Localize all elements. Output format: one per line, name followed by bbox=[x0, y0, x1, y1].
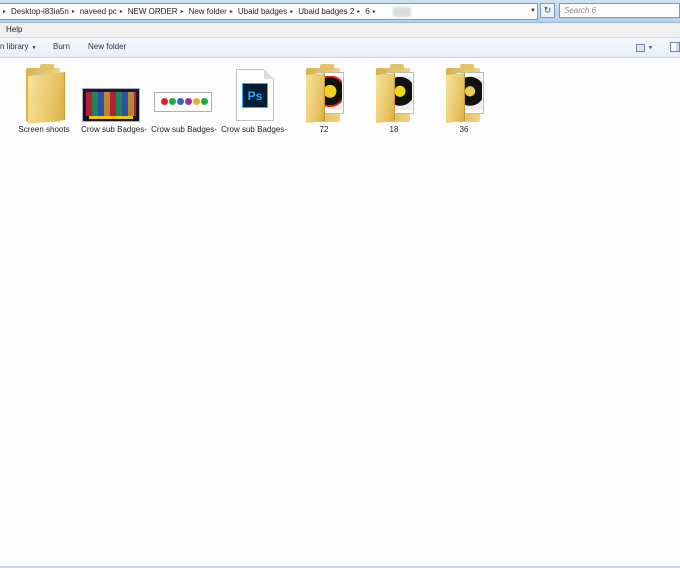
breadcrumb-item[interactable]: Ubaid badges 2 ▸ bbox=[298, 7, 365, 16]
file-item-folder[interactable]: 36 bbox=[430, 62, 498, 135]
breadcrumb-item[interactable]: 6 ▸ bbox=[365, 7, 380, 16]
search-input[interactable] bbox=[560, 4, 680, 17]
image-thumbnail-icon bbox=[80, 62, 148, 124]
photoshop-file-icon: Ps bbox=[220, 62, 288, 124]
menu-help[interactable]: Help bbox=[6, 25, 22, 34]
breadcrumb-separator-icon[interactable]: ▸ bbox=[178, 8, 189, 15]
file-item-image[interactable]: Crow sub Badges- bbox=[80, 62, 148, 135]
file-item-psd[interactable]: Ps Crow sub Badges- bbox=[220, 62, 288, 135]
breadcrumb-separator-icon: ▸ bbox=[3, 9, 7, 15]
breadcrumb-item[interactable]: naveed pc ▸ bbox=[80, 7, 128, 16]
breadcrumb-start[interactable]: ▸ bbox=[0, 8, 11, 15]
command-toolbar: n library ▼ Burn New folder ▼ bbox=[0, 38, 680, 58]
breadcrumb-separator-icon[interactable]: ▸ bbox=[117, 8, 128, 15]
chevron-down-icon: ▼ bbox=[648, 44, 653, 51]
menu-bar: Help bbox=[0, 23, 680, 38]
photoshop-logo-icon: Ps bbox=[242, 83, 268, 108]
file-name: 18 bbox=[389, 125, 399, 134]
folder-icon bbox=[290, 62, 358, 124]
address-history-dropdown-icon[interactable]: ▼ bbox=[527, 3, 539, 18]
breadcrumb-label: naveed pc bbox=[79, 7, 117, 16]
file-name: Crow sub Badges- bbox=[221, 125, 287, 134]
file-name: Crow sub Badges- bbox=[81, 125, 147, 134]
address-bar[interactable]: ▸ Desktop-i83ia5n ▸ naveed pc ▸ NEW ORDER ▸… bbox=[0, 3, 538, 20]
new-folder-button[interactable]: New folder bbox=[88, 42, 126, 51]
file-name: Crow sub Badges- bbox=[151, 125, 217, 134]
file-item-folder[interactable]: Screen shoots bbox=[10, 62, 78, 135]
change-view-button[interactable]: ▼ bbox=[636, 42, 660, 53]
file-name: 36 bbox=[459, 125, 469, 134]
file-name: Screen shoots bbox=[18, 125, 70, 134]
breadcrumb-separator-icon[interactable]: ▸ bbox=[287, 8, 298, 15]
breadcrumb-item[interactable]: Ubaid badges ▸ bbox=[238, 7, 298, 16]
chevron-down-icon: ▼ bbox=[31, 45, 37, 51]
breadcrumb-label: NEW ORDER bbox=[127, 7, 178, 16]
include-in-library-label: n library bbox=[0, 42, 29, 51]
breadcrumb-label: New folder bbox=[188, 7, 227, 16]
breadcrumb-item[interactable]: Desktop-i83ia5n ▸ bbox=[11, 7, 80, 16]
view-icon bbox=[636, 43, 645, 52]
refresh-icon[interactable]: ↻ bbox=[540, 3, 555, 18]
image-thumbnail-icon bbox=[150, 62, 218, 124]
file-item-folder[interactable]: 18 bbox=[360, 62, 428, 135]
file-list-view[interactable]: Screen shoots Crow sub Badges- Crow sub … bbox=[0, 58, 680, 566]
breadcrumb-label: Ubaid badges bbox=[237, 7, 288, 16]
burn-button[interactable]: Burn bbox=[53, 42, 70, 51]
breadcrumb-separator-icon[interactable]: ▸ bbox=[227, 8, 238, 15]
file-item-image[interactable]: Crow sub Badges- bbox=[150, 62, 218, 135]
folder-icon bbox=[10, 62, 78, 124]
breadcrumb-item[interactable]: New folder ▸ bbox=[189, 7, 238, 16]
breadcrumb-separator-icon[interactable]: ▸ bbox=[69, 8, 80, 15]
breadcrumb-separator-icon[interactable]: ▸ bbox=[354, 8, 365, 15]
folder-icon bbox=[430, 62, 498, 124]
address-bar-strip: ▸ Desktop-i83ia5n ▸ naveed pc ▸ NEW ORDER ▸… bbox=[0, 0, 680, 23]
include-in-library-button[interactable]: n library ▼ bbox=[0, 42, 36, 51]
blurred-region bbox=[392, 6, 411, 17]
file-name: 72 bbox=[319, 125, 329, 134]
preview-pane-icon[interactable] bbox=[670, 42, 680, 52]
folder-icon bbox=[360, 62, 428, 124]
breadcrumb-label: Desktop-i83ia5n bbox=[11, 7, 69, 16]
search-box[interactable] bbox=[559, 3, 680, 18]
breadcrumb-separator-icon[interactable]: ▸ bbox=[370, 8, 381, 15]
breadcrumb-item[interactable]: NEW ORDER ▸ bbox=[128, 7, 189, 16]
breadcrumb-label: Ubaid badges 2 bbox=[298, 7, 355, 16]
file-item-folder[interactable]: 72 bbox=[290, 62, 358, 135]
